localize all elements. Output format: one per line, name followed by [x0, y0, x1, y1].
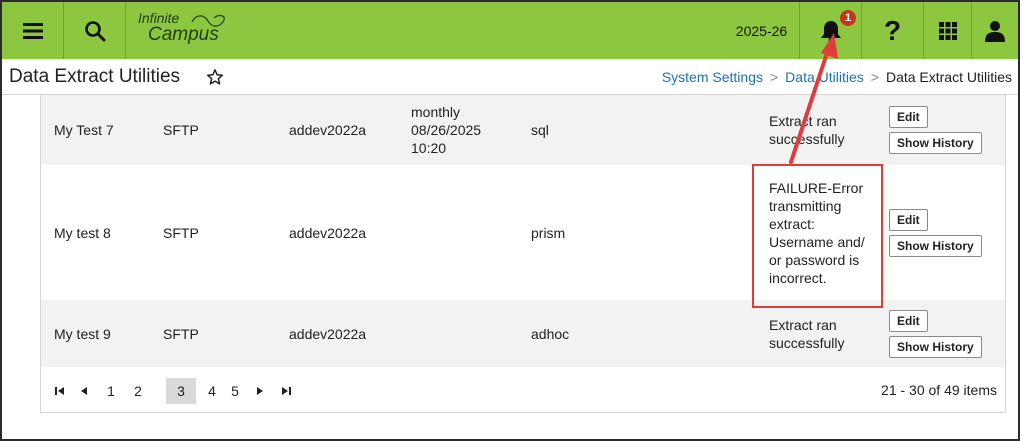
breadcrumb: System Settings > Data Utilities > Data Extr… [662, 69, 1012, 85]
pagination-bar: 1 2 3 4 5 21 - 30 of 49 items [41, 367, 1005, 411]
app-grid-icon[interactable] [924, 2, 972, 59]
page-3-button[interactable]: 3 [166, 378, 196, 404]
edit-button[interactable]: Edit [889, 106, 928, 128]
breadcrumb-system-settings[interactable]: System Settings [662, 69, 763, 85]
previous-page-icon[interactable] [73, 378, 95, 404]
row-actions: Edit Show History [888, 95, 1004, 165]
first-page-icon[interactable] [49, 378, 71, 404]
help-glyph: ? [883, 14, 902, 46]
favorite-star-icon[interactable] [206, 68, 224, 86]
user-account-icon[interactable] [972, 2, 1018, 59]
search-icon[interactable] [64, 2, 126, 59]
logo-line2: Campus [148, 24, 219, 45]
notification-count-badge: 1 [840, 10, 856, 26]
breadcrumb-data-utilities[interactable]: Data Utilities [785, 69, 864, 85]
infinite-campus-logo[interactable]: Infinite Campus [136, 10, 236, 50]
extract-format: adhoc [531, 325, 570, 342]
page-2-button[interactable]: 2 [127, 378, 149, 404]
extract-type: SFTP [163, 224, 199, 241]
school-year-selector[interactable]: 2025-26 [724, 2, 800, 59]
row-actions: Edit Show History [888, 300, 1004, 367]
extract-status: Extract ran successfully [769, 316, 845, 351]
pagination-item-count: 21 - 30 of 49 items [881, 382, 997, 398]
page-title: Data Extract Utilities [9, 66, 181, 87]
extract-format: sql [531, 122, 549, 138]
show-history-button[interactable]: Show History [889, 335, 982, 358]
extract-user: addev2022a [289, 122, 367, 138]
page-header: Data Extract Utilities System Settings > D… [2, 59, 1018, 95]
breadcrumb-current: Data Extract Utilities [885, 69, 1012, 85]
row-actions: Edit Show History [888, 165, 1004, 300]
extract-name: My Test 7 [54, 122, 114, 138]
breadcrumb-separator: > [870, 69, 879, 85]
table-row: My test 9 SFTP addev2022a adhoc Extract … [41, 300, 1005, 367]
top-bar: Infinite Campus 2025-26 1 ? [2, 2, 1018, 59]
extract-type: SFTP [163, 325, 199, 342]
page-5-button[interactable]: 5 [224, 378, 246, 404]
edit-button[interactable]: Edit [889, 208, 928, 231]
breadcrumb-separator: > [769, 69, 779, 85]
extract-name: My test 8 [54, 224, 111, 241]
last-page-icon[interactable] [275, 378, 297, 404]
extract-status: Extract ran successfully [769, 113, 845, 147]
extract-schedule: monthly 08/26/2025 10:20 [411, 104, 482, 156]
extract-type: SFTP [163, 122, 199, 138]
help-icon[interactable]: ? [862, 2, 924, 59]
failure-highlight-box [752, 164, 883, 308]
extract-format: prism [531, 224, 566, 241]
extract-user: addev2022a [289, 325, 367, 342]
extract-user: addev2022a [289, 224, 367, 241]
page-4-button[interactable]: 4 [201, 378, 223, 404]
page-1-button[interactable]: 1 [100, 378, 122, 404]
next-page-icon[interactable] [249, 378, 271, 404]
app-frame: Infinite Campus 2025-26 1 ? Data Extract… [0, 0, 1020, 441]
show-history-button[interactable]: Show History [889, 234, 982, 257]
hamburger-menu-icon[interactable] [2, 2, 64, 59]
edit-button[interactable]: Edit [889, 309, 928, 332]
extract-schedule [411, 300, 516, 367]
show-history-button[interactable]: Show History [889, 132, 982, 154]
extract-schedule [411, 165, 516, 300]
extract-name: My test 9 [54, 325, 111, 342]
table-row: My Test 7 SFTP addev2022a monthly 08/26/… [41, 95, 1005, 165]
